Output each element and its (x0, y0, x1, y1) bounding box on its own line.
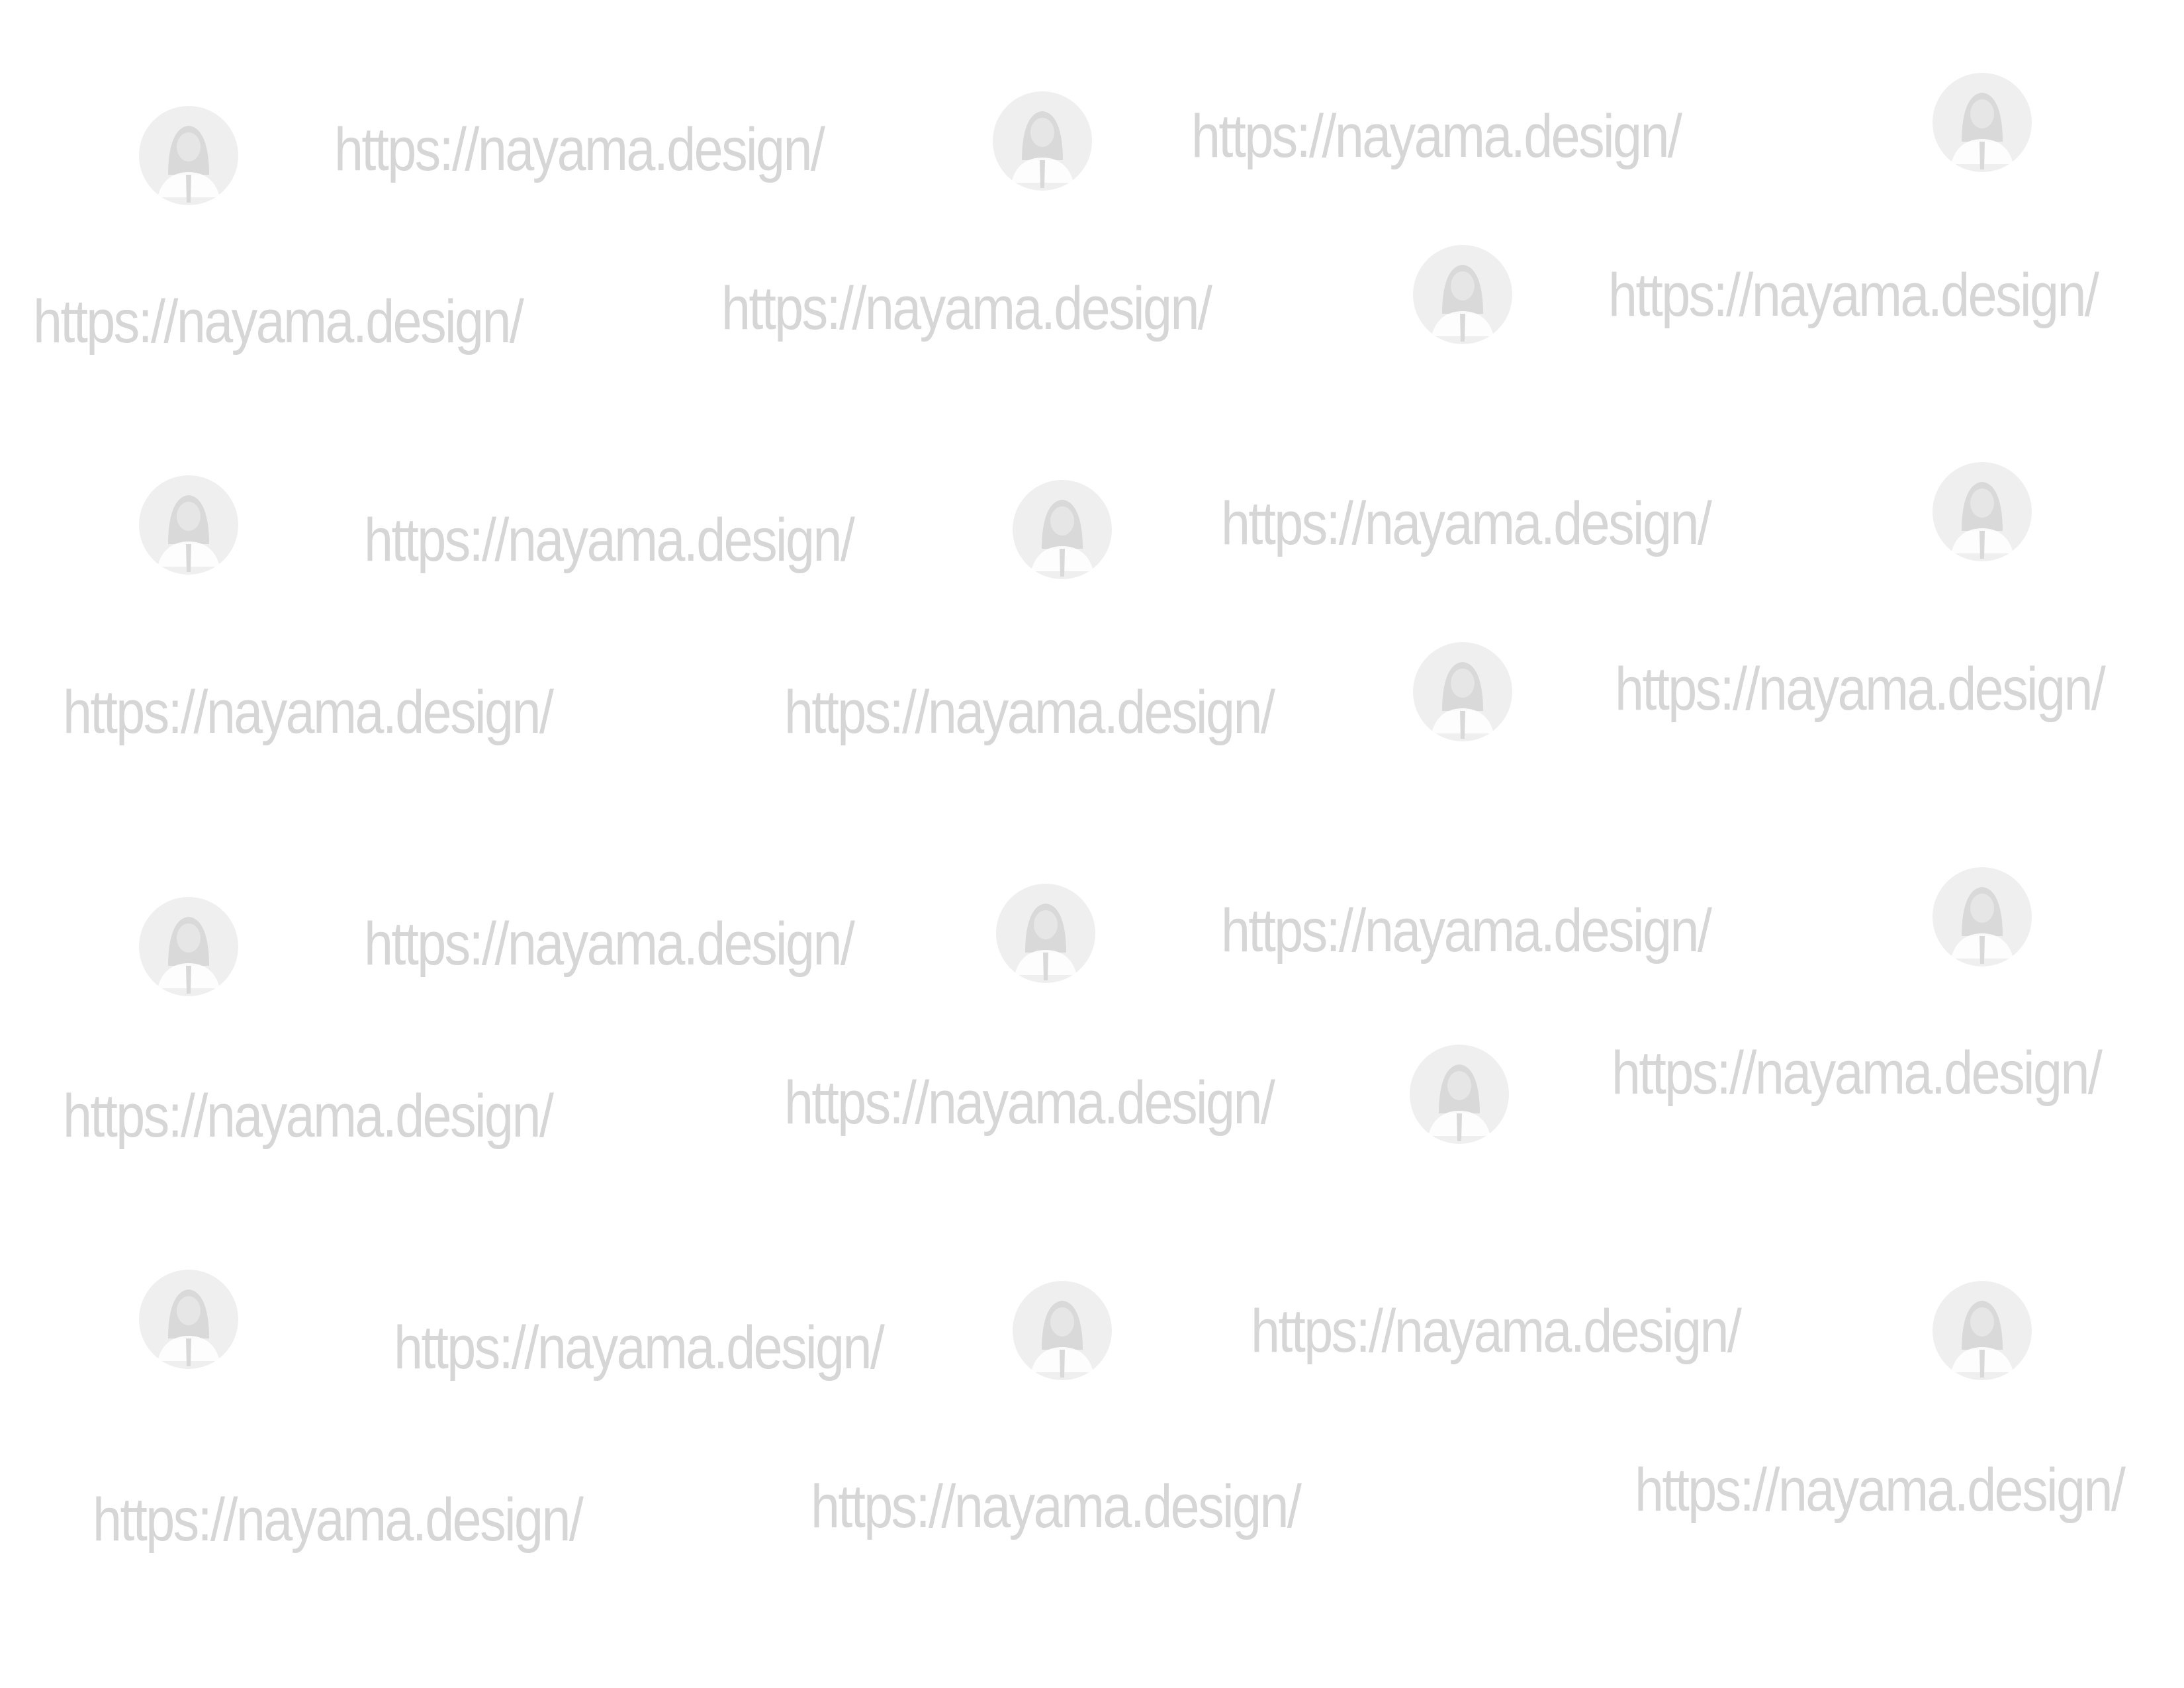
watermark-url-text: https://nayama.design/ (784, 1069, 1275, 1137)
watermark-url-text: https://nayama.design/ (1221, 897, 1712, 964)
watermark-url-text: https://nayama.design/ (63, 679, 554, 746)
woman-avatar-icon (993, 91, 1092, 191)
woman-avatar-icon (1933, 462, 2032, 561)
woman-avatar-icon (1413, 642, 1512, 741)
woman-avatar-icon (1933, 867, 2032, 966)
watermark-canvas: https://nayama.design/https://nayama.des… (0, 0, 2184, 1688)
watermark-url-text: https://nayama.design/ (1191, 103, 1682, 170)
watermark-url-text: https://nayama.design/ (63, 1082, 554, 1150)
woman-avatar-icon (139, 897, 238, 996)
watermark-url-text: https://nayama.design/ (33, 288, 524, 355)
woman-avatar-icon (139, 106, 238, 205)
watermark-url-text: https://nayama.design/ (1612, 1039, 2103, 1107)
watermark-url-text: https://nayama.design/ (1615, 655, 2106, 723)
woman-avatar-icon (1933, 1281, 2032, 1380)
woman-avatar-icon (1413, 245, 1512, 344)
watermark-url-text: https://nayama.design/ (364, 506, 855, 574)
watermark-url-text: https://nayama.design/ (1251, 1297, 1742, 1365)
woman-avatar-icon (1410, 1045, 1509, 1144)
watermark-url-text: https://nayama.design/ (1608, 261, 2099, 329)
watermark-url-text: https://nayama.design/ (811, 1473, 1302, 1540)
woman-avatar-icon (996, 884, 1095, 983)
watermark-url-text: https://nayama.design/ (394, 1314, 885, 1382)
watermark-url-text: https://nayama.design/ (364, 910, 855, 978)
watermark-url-text: https://nayama.design/ (784, 679, 1275, 746)
woman-avatar-icon (139, 475, 238, 575)
woman-avatar-icon (139, 1270, 238, 1369)
watermark-url-text: https://nayama.design/ (93, 1486, 584, 1554)
woman-avatar-icon (1013, 1281, 1112, 1380)
watermark-url-text: https://nayama.design/ (1635, 1456, 2126, 1524)
woman-avatar-icon (1013, 480, 1112, 579)
woman-avatar-icon (1933, 73, 2032, 172)
watermark-url-text: https://nayama.design/ (334, 116, 825, 183)
watermark-url-text: https://nayama.design/ (721, 275, 1212, 342)
watermark-url-text: https://nayama.design/ (1221, 490, 1712, 557)
